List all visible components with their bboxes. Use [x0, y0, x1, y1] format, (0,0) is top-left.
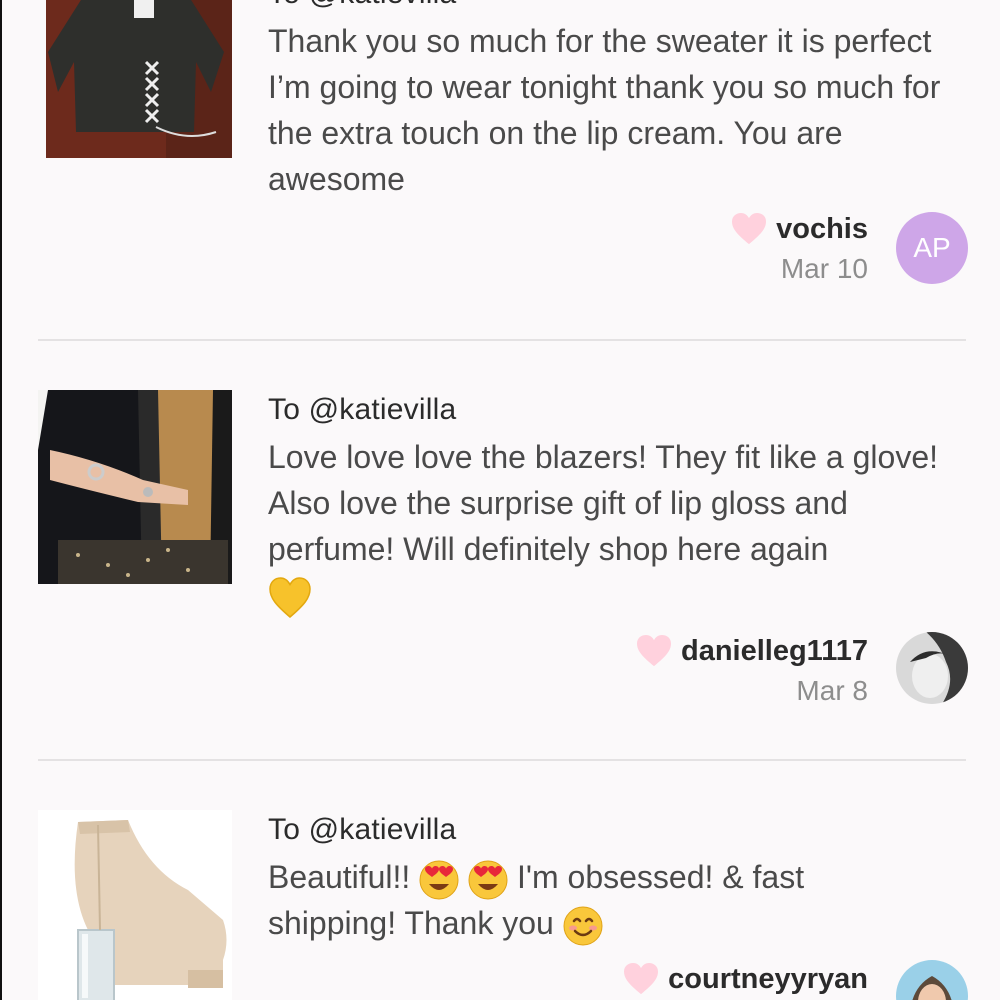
- note-message-text: I'm obsessed! & fast: [516, 859, 805, 895]
- avatar[interactable]: AP: [896, 212, 968, 284]
- avatar-initials: AP: [913, 232, 951, 263]
- note-message-text: shipping! Thank you: [268, 905, 554, 941]
- divider: [38, 759, 966, 761]
- note-message: Beautiful!! I'm obsessed! & fast shippin…: [268, 854, 968, 946]
- note-meta: courtneyyryan: [622, 960, 868, 998]
- note-body: To @katievilla Thank you so much for the…: [268, 0, 968, 202]
- love-notes-feed: To @katievilla Thank you so much for the…: [0, 0, 1000, 1000]
- bootie-photo[interactable]: [38, 810, 232, 1000]
- blazer-photo[interactable]: [38, 390, 232, 584]
- divider: [38, 339, 966, 341]
- avatar[interactable]: [896, 632, 968, 704]
- note-meta: danielleg1117 Mar 8: [635, 632, 868, 710]
- note-date: Mar 10: [780, 253, 868, 284]
- note-message: Love love love the blazers! They fit lik…: [268, 434, 968, 619]
- username[interactable]: vochis: [776, 210, 868, 248]
- recipient-line: To @katievilla: [268, 813, 457, 846]
- sweater-photo[interactable]: [46, 0, 232, 158]
- note-date: Mar 8: [796, 675, 868, 706]
- note-message: Thank you so much for the sweater it is …: [268, 23, 941, 197]
- smiling-emoji-icon: [563, 906, 603, 946]
- heart-icon[interactable]: [635, 634, 673, 668]
- note-body: To @katievilla Beautiful!! I'm obsessed!…: [268, 810, 968, 946]
- recipient-line: To @katievilla: [268, 0, 968, 14]
- username[interactable]: danielleg1117: [681, 632, 868, 670]
- note-message-text: Beautiful!!: [268, 859, 411, 895]
- avatar[interactable]: [896, 960, 968, 1000]
- note-body: To @katievilla Love love love the blazer…: [268, 390, 968, 619]
- note-meta: vochis Mar 10: [730, 210, 868, 288]
- heart-eyes-emoji-icon: [419, 860, 459, 900]
- heart-eyes-emoji-icon: [468, 860, 508, 900]
- note-message-text: Love love love the blazers! They fit lik…: [268, 439, 938, 567]
- username[interactable]: courtneyyryan: [668, 960, 868, 998]
- heart-icon[interactable]: [730, 212, 768, 246]
- yellow-heart-icon: [269, 576, 311, 618]
- love-note-2: To @katievilla Love love love the blazer…: [38, 390, 968, 720]
- love-note-3: To @katievilla Beautiful!! I'm obsessed!…: [38, 810, 968, 1000]
- recipient-line: To @katievilla: [268, 393, 457, 426]
- heart-icon[interactable]: [622, 962, 660, 996]
- love-note-1: To @katievilla Thank you so much for the…: [38, 0, 968, 314]
